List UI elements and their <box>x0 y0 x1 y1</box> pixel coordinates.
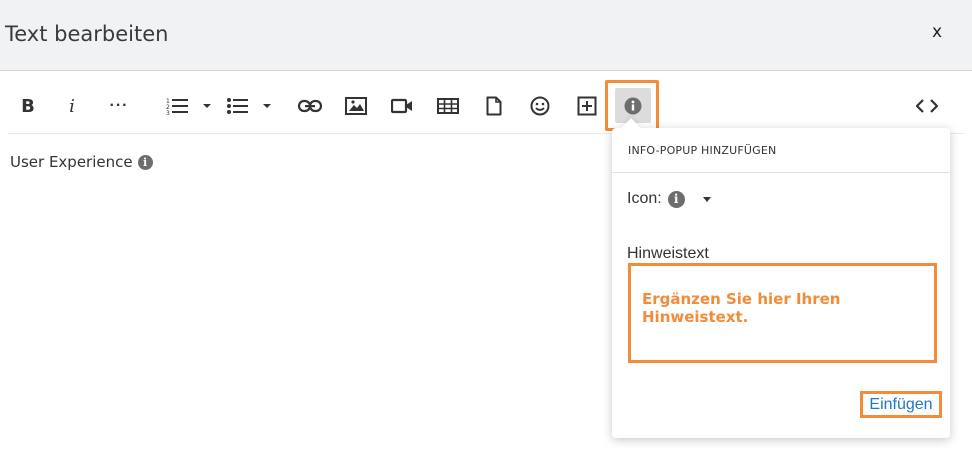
hint-text-field[interactable]: Ergänzen Sie hier Ihren Hinweistext. <box>628 263 937 363</box>
italic-button[interactable]: i <box>64 90 80 122</box>
close-button[interactable]: x <box>932 22 942 42</box>
insert-button[interactable]: Einfügen <box>860 391 942 418</box>
emoji-button[interactable] <box>529 90 551 122</box>
video-button[interactable] <box>390 90 414 122</box>
info-icon <box>624 97 642 114</box>
code-icon <box>916 99 938 113</box>
more-button[interactable]: ··· <box>108 90 130 122</box>
info-icon[interactable]: i <box>137 154 153 170</box>
insert-element-button[interactable] <box>576 90 598 122</box>
unordered-list-icon <box>227 98 271 114</box>
plus-box-icon <box>577 96 597 116</box>
icon-selector[interactable]: Icon: i <box>627 190 711 208</box>
ordered-list-icon: 1 2 3 <box>166 98 211 116</box>
table-icon <box>437 98 459 114</box>
unordered-list-button[interactable] <box>225 90 273 122</box>
file-button[interactable] <box>485 90 503 122</box>
info-icon: i <box>667 190 685 208</box>
editor-content[interactable]: User Experience i <box>10 153 153 171</box>
ordered-list-button[interactable]: 1 2 3 <box>165 90 213 122</box>
chevron-down-icon[interactable] <box>702 196 711 202</box>
bold-button[interactable]: B <box>18 90 38 122</box>
icon-label: Icon: <box>627 190 662 207</box>
info-popup-dialog: INFO-POPUP HINZUFÜGEN Icon: i Hinweistex… <box>612 128 950 438</box>
info-popup-button[interactable] <box>615 88 651 123</box>
image-button[interactable] <box>345 90 367 122</box>
popup-divider <box>612 172 950 173</box>
dialog-header: Text bearbeiten x <box>0 0 972 71</box>
image-icon <box>345 97 367 115</box>
dialog-title: Text bearbeiten <box>5 22 169 46</box>
code-view-button[interactable] <box>914 90 940 122</box>
smiley-icon <box>530 96 550 116</box>
link-icon <box>298 99 322 113</box>
video-icon <box>391 98 412 114</box>
svg-text:3: 3 <box>166 110 170 116</box>
link-button[interactable] <box>298 90 322 122</box>
file-icon <box>486 96 502 116</box>
editor-toolbar: B i ··· 1 2 3 <box>8 80 964 134</box>
hint-label: Hinweistext <box>627 245 709 262</box>
popup-title: INFO-POPUP HINZUFÜGEN <box>628 144 777 157</box>
content-text: User Experience <box>10 153 133 171</box>
table-button[interactable] <box>436 90 460 122</box>
